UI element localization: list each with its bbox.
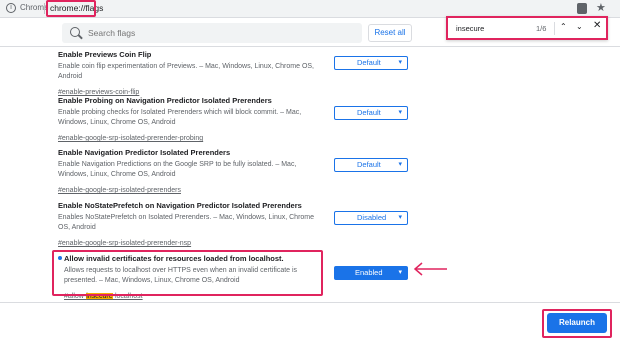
chevron-up-icon[interactable]: ⌃	[560, 22, 567, 31]
dropdown-value: Default	[357, 108, 381, 117]
find-in-page-popup: insecure 1/6 ⌃ ⌄ ✕	[446, 16, 608, 40]
dropdown-value: Default	[357, 160, 381, 169]
search-input[interactable]	[88, 26, 348, 40]
flag-dropdown[interactable]: Disabled ▾	[334, 211, 408, 225]
chevron-down-icon: ▾	[398, 109, 402, 116]
flag-description: Enable probing checks for Isolated Prere…	[58, 109, 302, 126]
chevron-down-icon: ▾	[398, 161, 402, 168]
flag-dropdown[interactable]: Default ▾	[334, 158, 408, 172]
close-icon[interactable]: ✕	[593, 20, 601, 31]
flag-description: Enables NoStatePrefetch on Isolated Prer…	[58, 214, 315, 231]
search-box[interactable]	[62, 23, 362, 43]
relaunch-button[interactable]: Relaunch	[547, 313, 607, 333]
flag-item: Enable Navigation Predictor Isolated Pre…	[58, 148, 418, 197]
flag-item: Enable NoStatePrefetch on Navigation Pre…	[58, 201, 418, 250]
dropdown-value: Disabled	[357, 213, 387, 222]
reset-all-button[interactable]: Reset all	[368, 24, 412, 42]
flag-highlight-box	[52, 250, 323, 296]
divider	[44, 3, 45, 14]
search-icon	[70, 27, 80, 37]
url-highlight-box	[46, 0, 96, 17]
flag-dropdown[interactable]: Default ▾	[334, 56, 408, 70]
dropdown-value: Default	[357, 58, 381, 67]
chevron-down-icon[interactable]: ⌄	[576, 22, 583, 31]
flag-description: Enable Navigation Predictions on the Goo…	[58, 161, 297, 178]
flag-dropdown[interactable]: Default ▾	[334, 106, 408, 120]
flag-dropdown[interactable]: Enabled ▾	[334, 266, 408, 280]
bookmark-star-icon[interactable]: ★	[596, 1, 606, 14]
extension-icon[interactable]	[577, 3, 587, 14]
flag-title: Enable Navigation Predictor Isolated Pre…	[58, 148, 231, 157]
flag-link[interactable]: #enable-google-srp-isolated-prerender-ns…	[58, 239, 191, 249]
chevron-down-icon: ▾	[398, 214, 402, 221]
find-count: 1/6	[536, 24, 547, 33]
flag-title: Enable Probing on Navigation Predictor I…	[58, 96, 272, 105]
divider	[554, 22, 555, 35]
dropdown-value: Enabled	[355, 268, 383, 277]
flag-link[interactable]: #enable-google-srp-isolated-prerenders	[58, 186, 181, 196]
flag-title: Enable NoStatePrefetch on Navigation Pre…	[58, 201, 302, 210]
find-query[interactable]: insecure	[456, 24, 484, 33]
flag-link[interactable]: #enable-google-srp-isolated-prerender-pr…	[58, 134, 203, 144]
pointer-arrow-icon	[413, 262, 447, 276]
divider	[0, 302, 620, 303]
chevron-down-icon: ▾	[398, 269, 402, 276]
flag-description: Enable coin flip experimentation of Prev…	[58, 63, 315, 80]
chevron-down-icon: ▾	[398, 59, 402, 66]
flag-item: Enable Probing on Navigation Predictor I…	[58, 96, 418, 145]
info-icon[interactable]: i	[6, 3, 16, 13]
flag-item: Enable Previews Coin Flip Enable coin fl…	[58, 50, 418, 99]
